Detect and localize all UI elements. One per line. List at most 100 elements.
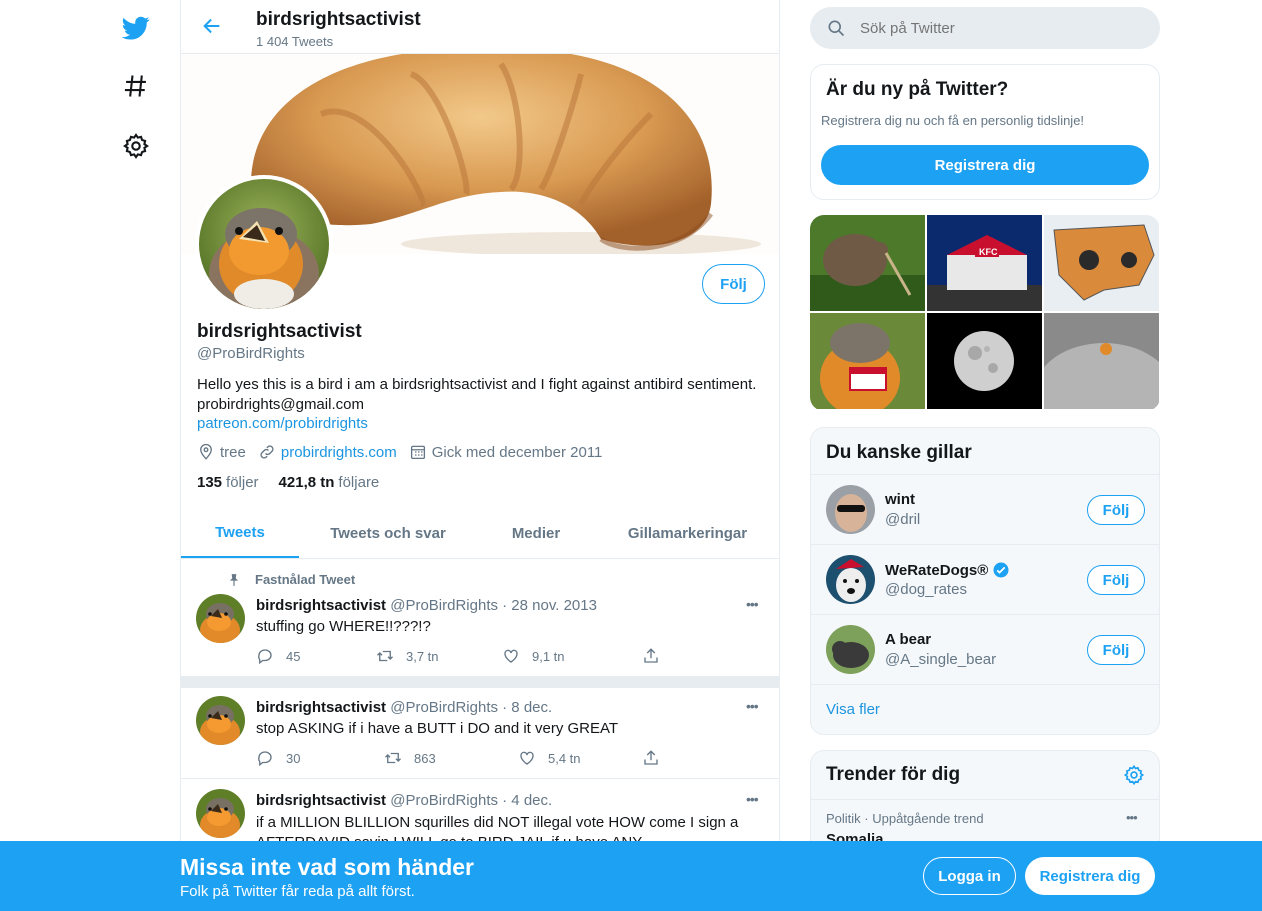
trend-context: Politik · Uppåtgående trend — [826, 811, 984, 826]
show-more-link[interactable]: Visa fler — [826, 701, 880, 718]
page: birdsrightsactivist 1 404 Tweets Följ bi… — [0, 0, 1262, 911]
tweet-header: birdsrightsactivist @ProBirdRights · 28 … — [256, 597, 597, 614]
sidebar-right: Är du ny på Twitter? Registrera dig nu o… — [810, 0, 1160, 911]
share-button[interactable] — [642, 647, 672, 665]
gear-icon[interactable] — [116, 126, 156, 166]
tweet-meta[interactable]: @ProBirdRights · 8 dec. — [390, 699, 552, 716]
media-thumb-kfc[interactable]: KFC — [927, 215, 1042, 311]
tab-tweets[interactable]: Tweets — [181, 508, 299, 558]
media-thumb-map[interactable] — [1044, 215, 1159, 311]
search-input[interactable] — [860, 19, 1120, 37]
media-gallery: KFC — [810, 215, 1160, 411]
tweet-author[interactable]: birdsrightsactivist — [256, 792, 386, 809]
tweet-meta[interactable]: @ProBirdRights · 4 dec. — [390, 792, 552, 809]
hashtag-icon[interactable] — [116, 66, 156, 106]
follow-button[interactable]: Följ — [702, 264, 765, 304]
tweet-avatar[interactable] — [196, 594, 245, 643]
suggested-user-handle: @dog_rates — [885, 581, 967, 598]
suggested-user[interactable]: wint @dril Följ — [811, 474, 1159, 544]
retweet-button[interactable]: 863 — [384, 749, 436, 767]
suggested-user-handle: @A_single_bear — [885, 651, 997, 668]
like-button[interactable]: 5,4 tn — [518, 749, 581, 767]
back-arrow-icon[interactable] — [201, 15, 223, 37]
profile-handle: @ProBirdRights — [197, 345, 305, 362]
tweet-author[interactable]: birdsrightsactivist — [256, 699, 386, 716]
follow-button[interactable]: Följ — [1087, 635, 1145, 665]
tweet-header: birdsrightsactivist @ProBirdRights · 4 d… — [256, 792, 552, 809]
more-icon[interactable]: ••• — [1126, 810, 1138, 825]
follow-button[interactable]: Följ — [1087, 495, 1145, 525]
who-to-follow-card: Du kanske gillar wint @dril Följ WeRateD… — [810, 427, 1160, 735]
tweet-avatar[interactable] — [196, 696, 245, 745]
follow-button[interactable]: Följ — [1087, 565, 1145, 595]
tweet-meta[interactable]: @ProBirdRights · 28 nov. 2013 — [390, 597, 597, 614]
followers-stat[interactable]: 421,8 tn följare — [279, 474, 380, 491]
twitter-bird-icon[interactable] — [116, 8, 156, 48]
suggested-user[interactable]: WeRateDogs® @dog_rates Följ — [811, 544, 1159, 614]
tweet-separator — [181, 677, 779, 687]
share-button[interactable] — [642, 749, 672, 767]
suggested-user-name: WeRateDogs® — [885, 561, 1010, 579]
left-nav — [104, 0, 168, 911]
pin-icon — [229, 573, 239, 586]
link-icon — [260, 445, 274, 459]
suggested-user[interactable]: A bear @A_single_bear Följ — [811, 614, 1159, 684]
signup-banner: Missa inte vad som händer Folk på Twitte… — [0, 841, 1262, 911]
search-bar[interactable] — [810, 7, 1160, 49]
like-button[interactable]: 9,1 tn — [502, 647, 565, 665]
reply-icon — [258, 649, 272, 665]
avatar — [826, 555, 875, 604]
tweet-avatar[interactable] — [196, 789, 245, 838]
following-stat[interactable]: 135 följer — [197, 474, 259, 491]
login-button[interactable]: Logga in — [923, 857, 1016, 895]
banner-title: Missa inte vad som händer — [180, 854, 474, 880]
header-profile-name: birdsrightsactivist — [256, 9, 421, 30]
media-thumb-robin[interactable] — [810, 313, 925, 409]
profile-header-bar: birdsrightsactivist 1 404 Tweets — [181, 0, 779, 54]
tweet-author[interactable]: birdsrightsactivist — [256, 597, 386, 614]
more-icon[interactable]: ••• — [746, 791, 759, 807]
tweet-text: stuffing go WHERE!!???!? — [256, 618, 431, 635]
tweet-actions: 45 3,7 tn 9,1 tn — [256, 647, 686, 667]
profile-meta: tree probirdrights.com Gick med december… — [197, 443, 614, 461]
media-thumb-moon[interactable] — [927, 313, 1042, 409]
avatar — [826, 625, 875, 674]
calendar-icon — [410, 445, 425, 460]
media-thumb-kiwi[interactable] — [810, 215, 925, 311]
register-button[interactable]: Registrera dig — [1025, 857, 1155, 895]
share-icon — [644, 750, 658, 765]
bio-text: Hello yes this is a bird i am a birdsrig… — [197, 376, 757, 393]
reply-button[interactable]: 45 — [256, 647, 300, 665]
retweet-button[interactable]: 3,7 tn — [376, 647, 439, 665]
tab-media[interactable]: Medier — [477, 508, 595, 558]
pinned-tweet-label: Fastnålad Tweet — [227, 572, 355, 587]
header-tweet-count: 1 404 Tweets — [256, 34, 334, 49]
signup-register-button[interactable]: Registrera dig — [821, 145, 1149, 185]
tweet-actions: 30 863 5,4 tn — [256, 749, 686, 769]
suggested-user-handle: @dril — [885, 511, 921, 528]
heart-icon — [520, 751, 534, 765]
profile-column: birdsrightsactivist 1 404 Tweets Följ bi… — [180, 0, 780, 911]
media-thumb-moon-bird[interactable] — [1044, 313, 1159, 409]
reply-button[interactable]: 30 — [256, 749, 300, 767]
more-icon[interactable]: ••• — [746, 596, 759, 612]
tab-likes[interactable]: Gillamarkeringar — [595, 508, 779, 558]
bio-email: probirdrights@gmail.com — [197, 395, 364, 413]
share-icon — [644, 648, 658, 663]
who-to-follow-title: Du kanske gillar — [826, 442, 972, 463]
profile-website[interactable]: probirdrights.com — [281, 444, 397, 461]
tweet-text: stop ASKING if i have a BUTT i DO and it… — [256, 720, 619, 737]
profile-bio: Hello yes this is a bird i am a birdsrig… — [197, 375, 772, 434]
gear-icon[interactable] — [1123, 764, 1145, 786]
bio-link[interactable]: patreon.com/probirdrights — [197, 415, 368, 432]
avatar — [826, 485, 875, 534]
reply-icon — [258, 751, 272, 767]
verified-badge-icon — [993, 562, 1009, 578]
tab-tweets-and-replies[interactable]: Tweets och svar — [299, 508, 477, 558]
profile-avatar[interactable] — [195, 175, 333, 313]
profile-tabs: Tweets Tweets och svar Medier Gillamarke… — [181, 508, 779, 559]
suggested-user-name: wint — [885, 491, 915, 508]
location-pin-icon — [200, 443, 212, 460]
heart-icon — [504, 649, 518, 663]
more-icon[interactable]: ••• — [746, 698, 759, 714]
